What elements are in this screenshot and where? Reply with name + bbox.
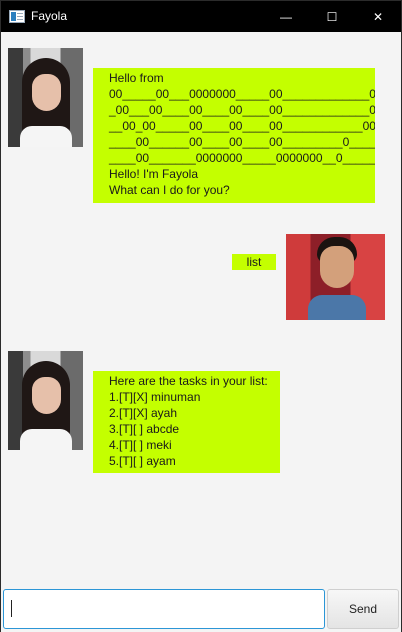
minimize-button[interactable]: — bbox=[263, 1, 309, 32]
user-avatar bbox=[286, 234, 385, 320]
bot-message-task-list: Here are the tasks in your list: 1.[T][X… bbox=[93, 371, 280, 473]
message-input[interactable] bbox=[3, 589, 325, 629]
window-title: Fayola bbox=[31, 9, 68, 23]
title-bar[interactable]: Fayola — ☐ ✕ bbox=[1, 1, 401, 32]
app-icon bbox=[9, 10, 25, 23]
app-window: Fayola — ☐ ✕ Hello from 00_____00___0000… bbox=[0, 0, 402, 632]
bot-avatar bbox=[8, 351, 83, 450]
send-button[interactable]: Send bbox=[327, 589, 399, 629]
input-bar: Send bbox=[1, 587, 401, 632]
bot-avatar bbox=[8, 48, 83, 147]
bot-message-greeting: Hello from 00_____00___0000000_____00___… bbox=[93, 68, 375, 203]
maximize-button[interactable]: ☐ bbox=[309, 1, 355, 32]
user-message: list bbox=[232, 254, 276, 270]
chat-scroll-area[interactable]: Hello from 00_____00___0000000_____00___… bbox=[1, 32, 401, 587]
text-caret bbox=[11, 600, 12, 617]
close-button[interactable]: ✕ bbox=[355, 1, 401, 32]
